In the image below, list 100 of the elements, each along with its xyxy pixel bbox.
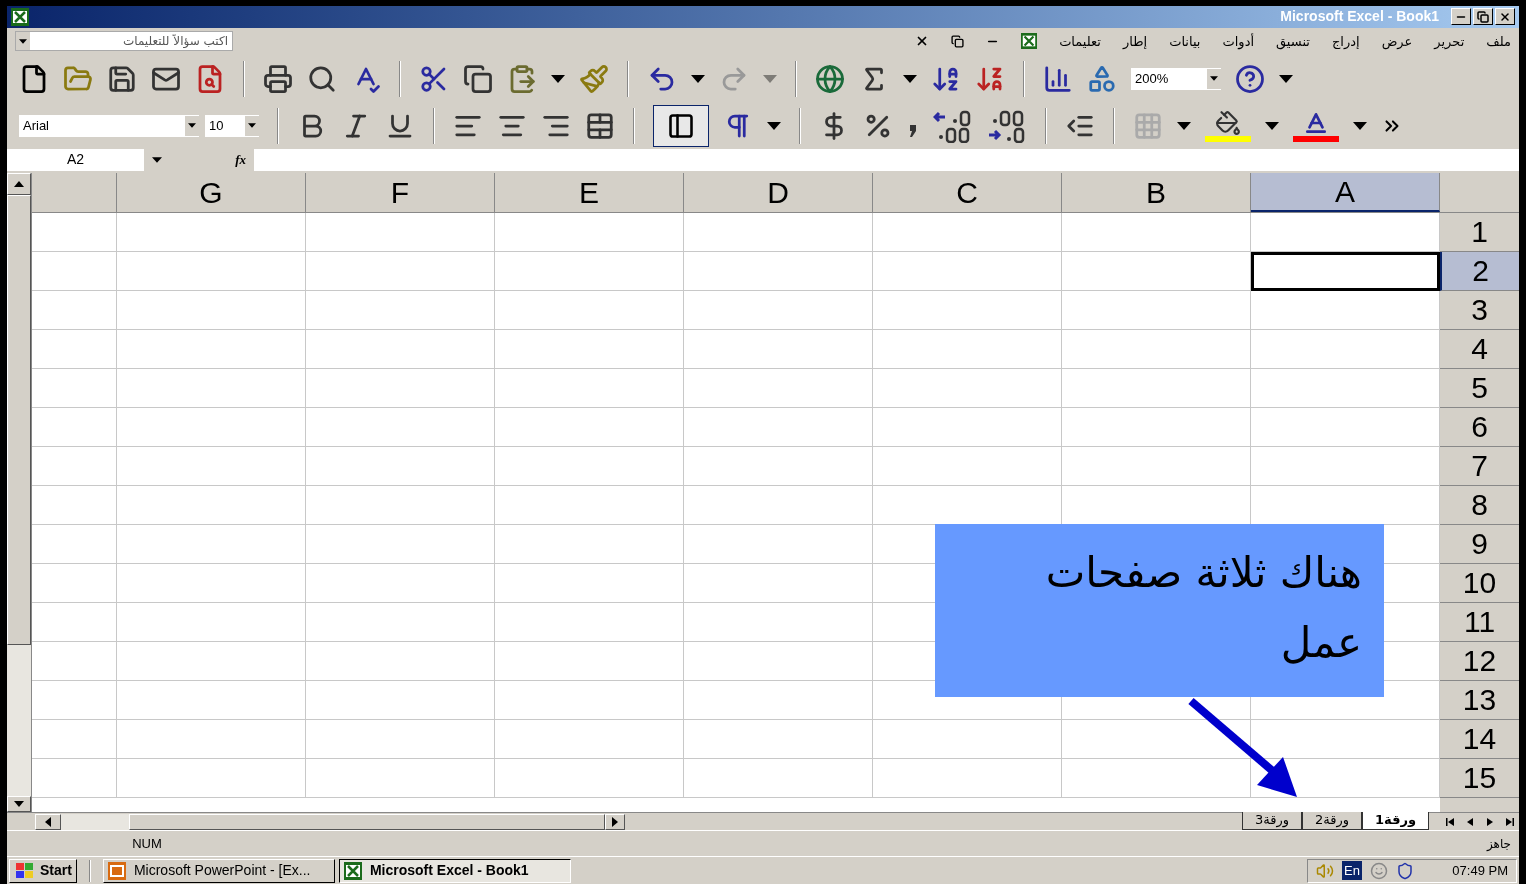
close-button[interactable] — [1495, 8, 1515, 26]
caret-icon[interactable] — [903, 74, 917, 83]
active-cell[interactable] — [1251, 251, 1440, 291]
excel-icon — [343, 861, 362, 880]
row-header[interactable]: 4 — [1440, 329, 1519, 369]
dropdown-caret-icon[interactable] — [19, 38, 27, 44]
taskbar-button[interactable]: Microsoft PowerPoint - [Ex... — [102, 858, 335, 883]
menu-item[interactable]: تعليمات — [1059, 31, 1101, 52]
name-box-caret-icon[interactable] — [152, 156, 162, 163]
scroll-down-icon[interactable] — [14, 801, 24, 808]
toolbar-options-icon[interactable] — [1279, 74, 1293, 83]
print-icon[interactable] — [263, 63, 293, 94]
menu-item[interactable]: ملف — [1486, 31, 1511, 52]
menu-item[interactable]: إطار — [1122, 31, 1148, 52]
column-header[interactable]: E — [495, 172, 684, 212]
window-title: Microsoft Excel - Book1 — [1280, 7, 1439, 27]
row-header[interactable]: 2 — [1440, 251, 1519, 291]
font-field[interactable]: Arial — [19, 114, 199, 137]
scroll-up-button[interactable] — [7, 172, 31, 195]
dropdown-caret-icon[interactable] — [1210, 76, 1218, 82]
globe-icon[interactable] — [815, 63, 845, 94]
restore-button[interactable] — [1473, 8, 1493, 26]
status-indicator: NUM — [131, 834, 163, 853]
caret-icon[interactable] — [767, 121, 781, 130]
scroll-up-icon[interactable] — [14, 180, 24, 187]
dropdown-caret-icon[interactable] — [248, 123, 256, 129]
antivirus-icon[interactable] — [1395, 861, 1414, 880]
next-sheet-icon[interactable] — [1486, 817, 1494, 826]
row-header[interactable]: 6 — [1440, 407, 1519, 447]
caret-icon[interactable] — [1353, 121, 1367, 130]
right-to-left-button[interactable] — [653, 104, 709, 147]
taskbar-button[interactable]: Microsoft Excel - Book1 — [338, 858, 571, 883]
decrease-decimal-icon[interactable] — [987, 108, 1027, 143]
column-header[interactable]: A — [1251, 172, 1440, 212]
row-header[interactable]: 10 — [1440, 563, 1519, 603]
first-sheet-icon[interactable] — [1446, 817, 1454, 826]
menu-item[interactable]: تنسيق — [1276, 31, 1310, 52]
drawing-icon[interactable] — [1087, 63, 1117, 94]
right-to-left-icon — [667, 111, 695, 140]
restore-icon[interactable] — [951, 34, 965, 48]
caret-icon[interactable] — [1265, 121, 1279, 130]
menu-item[interactable]: أدوات — [1222, 31, 1255, 52]
vertical-scrollbar[interactable] — [7, 172, 32, 813]
caret-icon[interactable] — [691, 74, 705, 83]
print-preview-icon[interactable] — [307, 63, 337, 94]
menu-item[interactable]: عرض — [1381, 31, 1413, 52]
row-header[interactable]: 9 — [1440, 524, 1519, 564]
column-header[interactable]: F — [306, 172, 495, 212]
scroll-right-icon[interactable] — [612, 816, 618, 827]
language-indicator[interactable]: En — [1342, 860, 1362, 881]
previous-sheet-icon[interactable] — [1466, 817, 1474, 826]
restore-icon — [1477, 11, 1489, 23]
help-icon[interactable] — [1235, 63, 1265, 94]
caret-icon[interactable] — [551, 74, 565, 83]
row-header[interactable]: 8 — [1440, 485, 1519, 525]
save-icon[interactable] — [107, 63, 137, 94]
menu-item[interactable]: إدراج — [1331, 31, 1360, 52]
scroll-thumb[interactable] — [7, 194, 31, 645]
column-header[interactable]: G — [117, 172, 306, 212]
workbook-icon — [1021, 33, 1038, 50]
callout-text: هناك ثلاثة صفحات عمل — [1044, 546, 1362, 669]
row-header[interactable]: 12 — [1440, 641, 1519, 681]
menu-item[interactable]: تحرير — [1434, 31, 1465, 52]
scroll-down-button[interactable] — [7, 796, 31, 813]
format-painter-icon[interactable] — [579, 63, 609, 94]
column-header[interactable]: C — [873, 172, 1062, 212]
row-header[interactable]: 15 — [1440, 758, 1519, 798]
fill-color-icon[interactable] — [1205, 109, 1251, 142]
scroll-left-icon[interactable] — [45, 816, 51, 827]
zoom-field[interactable]: 200% — [1131, 67, 1221, 90]
row-header[interactable]: 1 — [1440, 212, 1519, 252]
dropdown-caret-icon[interactable] — [188, 123, 196, 129]
menu-item[interactable]: بيانات — [1169, 31, 1201, 52]
clock: 07:49 PM — [1452, 861, 1508, 880]
row-header[interactable]: 7 — [1440, 446, 1519, 486]
increase-decimal-icon[interactable] — [933, 108, 973, 143]
column-header[interactable]: B — [1062, 172, 1251, 212]
copy-icon[interactable] — [463, 63, 493, 94]
row-header[interactable]: 3 — [1440, 290, 1519, 330]
horizontal-scroll-thumb[interactable] — [129, 813, 605, 830]
merge-center-icon[interactable] — [585, 110, 615, 141]
excel-icon — [11, 8, 29, 26]
row-header[interactable]: 14 — [1440, 719, 1519, 759]
presentation-icon — [107, 861, 126, 880]
row-header[interactable]: 5 — [1440, 368, 1519, 408]
chart-icon[interactable] — [1043, 63, 1073, 94]
close-icon — [1499, 11, 1511, 23]
status-text: جاهز — [1486, 835, 1511, 853]
caret-icon[interactable] — [1177, 121, 1191, 130]
font-size-field[interactable]: 10 — [205, 114, 259, 137]
ask-question-field[interactable]: اكتب سؤالاً للتعليمات — [15, 31, 233, 52]
windows-logo-icon — [14, 861, 36, 880]
start-button[interactable]: Start — [9, 858, 77, 883]
row-header[interactable]: 11 — [1440, 602, 1519, 642]
last-sheet-icon[interactable] — [1506, 817, 1514, 826]
column-header[interactable]: D — [684, 172, 873, 212]
horizontal-scrollbar[interactable] — [35, 813, 625, 830]
row-header[interactable]: 13 — [1440, 680, 1519, 720]
insert-function-button[interactable]: fx — [235, 150, 246, 170]
minimize-button[interactable] — [1451, 8, 1471, 26]
